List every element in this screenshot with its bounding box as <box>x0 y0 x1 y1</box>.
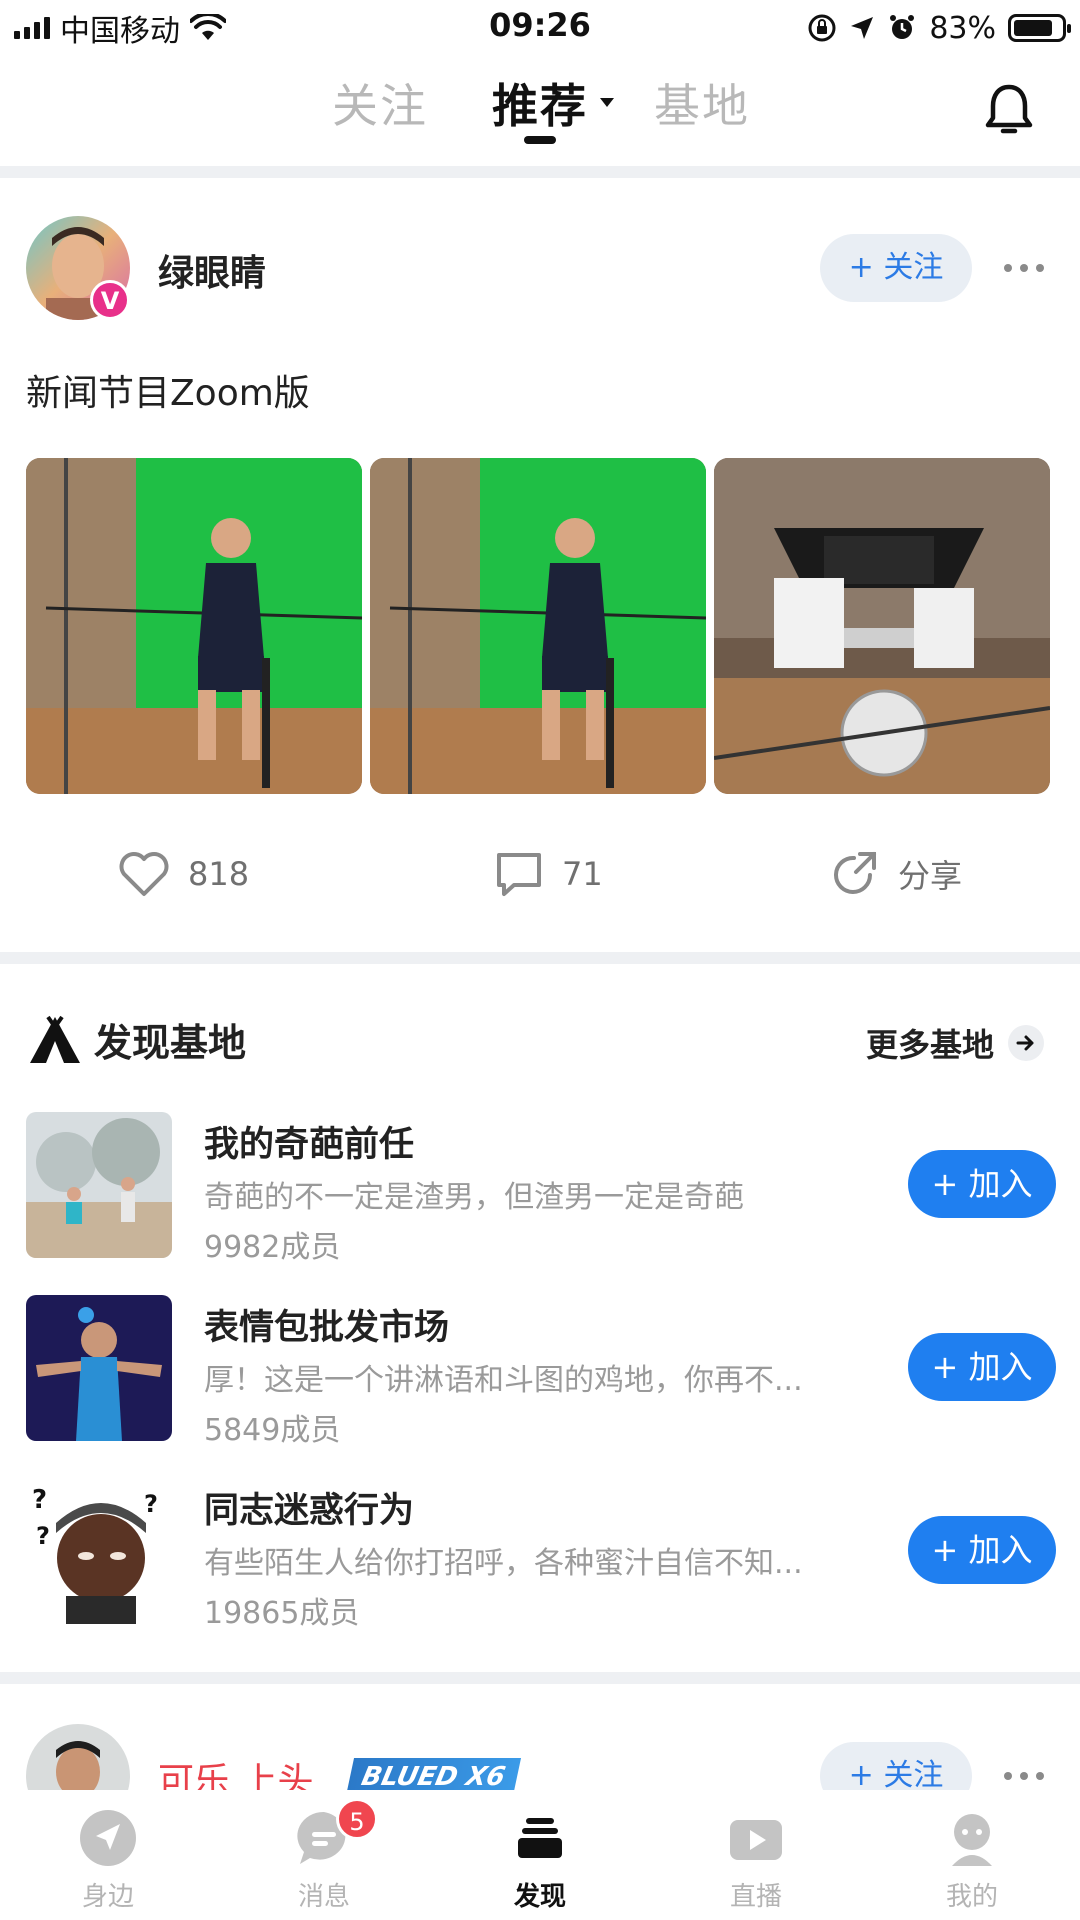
base-description: 有些陌生人给你打招呼，各种蜜汁自信不知... <box>204 1546 803 1581</box>
heart-icon <box>119 852 169 896</box>
tab-following[interactable]: 关注 <box>332 70 428 136</box>
base-thumbnail[interactable] <box>26 1112 172 1258</box>
alarm-icon <box>890 15 915 39</box>
post-username[interactable]: 绿眼睛 <box>158 244 266 296</box>
status-right: 83% <box>807 8 1071 48</box>
battery-level <box>1014 20 1052 36</box>
base-thumbnail[interactable] <box>26 1295 172 1441</box>
share-icon <box>834 852 876 894</box>
bell-icon[interactable] <box>985 82 1033 138</box>
verified-badge: V <box>90 280 130 320</box>
base-description: 厚！这是一个讲淋语和斗图的鸡地，你再不... <box>204 1363 803 1398</box>
svg-text:?: ? <box>32 1485 47 1515</box>
base-name: 同志迷惑行为 <box>204 1491 415 1531</box>
unread-badge: 5 <box>336 1798 378 1840</box>
follow-button[interactable]: + 关注 <box>820 234 972 302</box>
discover-bases-header: 发现基地 <box>28 1012 246 1067</box>
more-options-icon[interactable] <box>1004 264 1044 272</box>
nav-label: 直播 <box>729 1882 782 1912</box>
nav-label: 我的 <box>945 1882 998 1912</box>
discover-stack-icon <box>518 1818 562 1858</box>
nav-label: 发现 <box>513 1882 566 1912</box>
tab-bases[interactable]: 基地 <box>654 70 750 136</box>
like-button[interactable]: 818 <box>118 846 249 902</box>
base-list-item[interactable]: 表情包批发市场 厚！这是一个讲淋语和斗图的鸡地，你再不... 5849成员 + … <box>26 1295 1056 1448</box>
comment-count: 71 <box>562 855 603 893</box>
join-button[interactable]: + 加入 <box>908 1333 1056 1401</box>
svg-text:?: ? <box>36 1522 50 1550</box>
share-button[interactable]: 分享 <box>830 846 962 902</box>
like-count: 818 <box>188 855 250 893</box>
post-image-1[interactable] <box>26 458 362 794</box>
post-text: 新闻节目Zoom版 <box>26 373 310 414</box>
location-arrow-icon <box>851 17 874 39</box>
more-options-icon[interactable] <box>1004 1772 1044 1780</box>
comment-button[interactable]: 71 <box>494 846 603 902</box>
arrow-right-icon <box>1008 1025 1044 1061</box>
base-description: 奇葩的不一定是渣男，但渣男一定是奇葩 <box>204 1180 744 1215</box>
svg-text:?: ? <box>144 1490 158 1518</box>
nav-live[interactable]: 直播 <box>648 1790 864 1920</box>
profile-icon <box>952 1814 992 1866</box>
post-image-2[interactable] <box>370 458 706 794</box>
location-arrow-icon <box>80 1810 136 1866</box>
tab-recommended[interactable]: 推荐 <box>492 70 588 136</box>
base-thumbnail[interactable]: ? ? ? <box>26 1478 172 1624</box>
bottom-tab-bar: 身边 5 消息 发现 直播 我的 <box>0 1790 1080 1920</box>
base-name: 我的奇葩前任 <box>204 1125 415 1165</box>
comment-icon <box>497 853 541 896</box>
base-list-item[interactable]: ? ? ? 同志迷惑行为 有些陌生人给你打招呼，各种蜜汁自信不知... 1986… <box>26 1478 1056 1631</box>
status-bar: 中国移动 09:26 83% <box>0 0 1080 54</box>
battery-icon <box>1008 14 1071 42</box>
nav-label: 消息 <box>297 1882 350 1912</box>
nav-profile[interactable]: 我的 <box>864 1790 1080 1920</box>
live-video-icon <box>730 1820 782 1860</box>
base-member-count: 19865成员 <box>204 1596 360 1631</box>
top-tab-bar: 关注 推荐 基地 <box>0 60 1080 160</box>
tent-icon <box>30 1015 80 1063</box>
more-bases-label: 更多基地 <box>865 1026 994 1064</box>
section-divider <box>0 952 1080 964</box>
battery-percent: 83% <box>929 10 996 46</box>
more-bases-link[interactable]: 更多基地 <box>866 1020 1044 1066</box>
share-label: 分享 <box>898 857 963 895</box>
base-member-count: 5849成员 <box>204 1413 341 1448</box>
join-button[interactable]: + 加入 <box>908 1150 1056 1218</box>
join-button[interactable]: + 加入 <box>908 1516 1056 1584</box>
section-divider <box>0 1672 1080 1684</box>
base-list-item[interactable]: 我的奇葩前任 奇葩的不一定是渣男，但渣男一定是奇葩 9982成员 + 加入 <box>26 1112 1056 1265</box>
nav-label: 身边 <box>81 1882 134 1912</box>
tab-dropdown-caret-icon[interactable] <box>600 98 614 107</box>
base-name: 表情包批发市场 <box>204 1308 450 1348</box>
nav-nearby[interactable]: 身边 <box>0 1790 216 1920</box>
base-member-count: 9982成员 <box>204 1230 341 1265</box>
active-tab-indicator <box>524 136 556 144</box>
section-title: 发现基地 <box>94 1021 247 1065</box>
section-divider <box>0 166 1080 178</box>
post-image-3[interactable] <box>714 458 1050 794</box>
nav-messages[interactable]: 5 消息 <box>216 1790 432 1920</box>
orientation-lock-icon <box>808 14 836 42</box>
nav-discover[interactable]: 发现 <box>432 1790 648 1920</box>
